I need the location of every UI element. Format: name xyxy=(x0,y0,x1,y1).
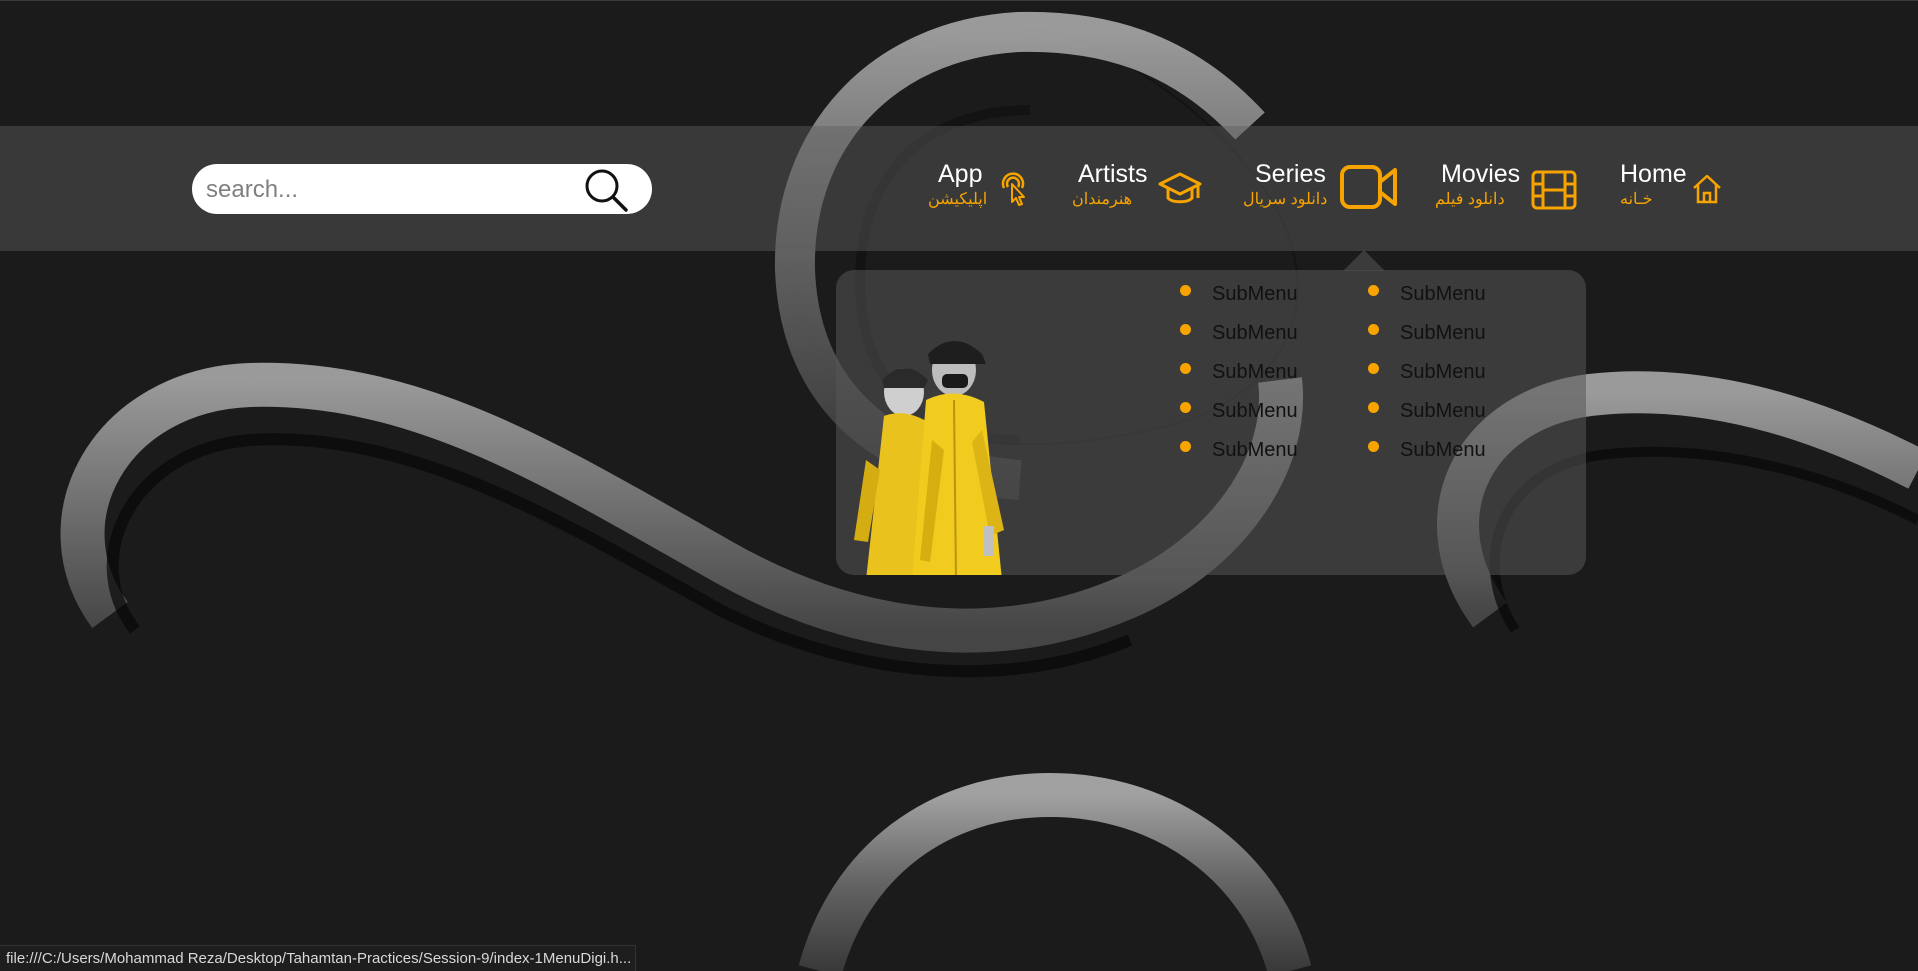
bullet-icon xyxy=(1180,285,1191,296)
nav-item-artists-label: Artists xyxy=(1078,160,1148,188)
bullet-icon xyxy=(1180,363,1191,374)
nav-item-movies-label: Movies xyxy=(1441,160,1521,188)
dropdown-panel: SubMenu SubMenu SubMenu SubMenu SubMenu … xyxy=(836,270,1586,575)
submenu-link[interactable]: SubMenu xyxy=(1212,361,1298,384)
nav-item-series[interactable]: Series دانلود سریال xyxy=(1243,160,1403,210)
dropdown-pointer xyxy=(1343,250,1385,271)
nav-item-home-sublabel: خـانه xyxy=(1620,191,1653,208)
submenu-link[interactable]: SubMenu xyxy=(1212,322,1298,345)
nav-item-home[interactable]: Home خـانه xyxy=(1612,160,1728,210)
submenu-link[interactable]: SubMenu xyxy=(1400,283,1486,306)
video-camera-icon xyxy=(1340,165,1397,209)
hazmat-figures-image xyxy=(854,341,1004,575)
graduation-cap-icon xyxy=(1158,172,1202,204)
submenu-link[interactable]: SubMenu xyxy=(1400,322,1486,345)
bullet-icon xyxy=(1368,363,1379,374)
submenu-link[interactable]: SubMenu xyxy=(1400,361,1486,384)
nav-item-artists-sublabel: هنرمندان xyxy=(1072,191,1133,208)
nav-item-app-label: App xyxy=(938,160,983,188)
bullet-icon xyxy=(1180,441,1191,452)
submenu-link[interactable]: SubMenu xyxy=(1212,283,1298,306)
bullet-icon xyxy=(1368,285,1379,296)
nav-item-app[interactable]: App اپلیکیشن xyxy=(926,160,1031,210)
bullet-icon xyxy=(1368,324,1379,335)
bullet-icon xyxy=(1368,402,1379,413)
nav-item-series-sublabel: دانلود سریال xyxy=(1243,191,1328,208)
page: Home خـانه Movies دانلود فیلم Series دان… xyxy=(0,0,1918,971)
status-bar-url: file:///C:/Users/Mohammad Reza/Desktop/T… xyxy=(0,945,636,971)
nav-item-movies[interactable]: Movies دانلود فیلم xyxy=(1435,160,1585,210)
search-icon[interactable] xyxy=(584,168,630,214)
nav-item-app-sublabel: اپلیکیشن xyxy=(928,191,988,208)
nav-item-movies-sublabel: دانلود فیلم xyxy=(1435,191,1505,208)
search-input[interactable] xyxy=(204,172,568,208)
nav-item-series-label: Series xyxy=(1255,160,1326,188)
submenu-link[interactable]: SubMenu xyxy=(1400,439,1486,462)
search-box[interactable] xyxy=(192,164,652,214)
bullet-icon xyxy=(1368,441,1379,452)
touch-pointer-icon xyxy=(1001,172,1025,206)
submenu-link[interactable]: SubMenu xyxy=(1400,400,1486,423)
bullet-icon xyxy=(1180,324,1191,335)
bullet-icon xyxy=(1180,402,1191,413)
submenu-link[interactable]: SubMenu xyxy=(1212,439,1298,462)
home-icon xyxy=(1693,174,1721,204)
film-icon xyxy=(1531,170,1577,210)
nav-item-artists[interactable]: Artists هنرمندان xyxy=(1070,160,1205,210)
submenu-link[interactable]: SubMenu xyxy=(1212,400,1298,423)
nav-item-home-label: Home xyxy=(1620,160,1687,188)
